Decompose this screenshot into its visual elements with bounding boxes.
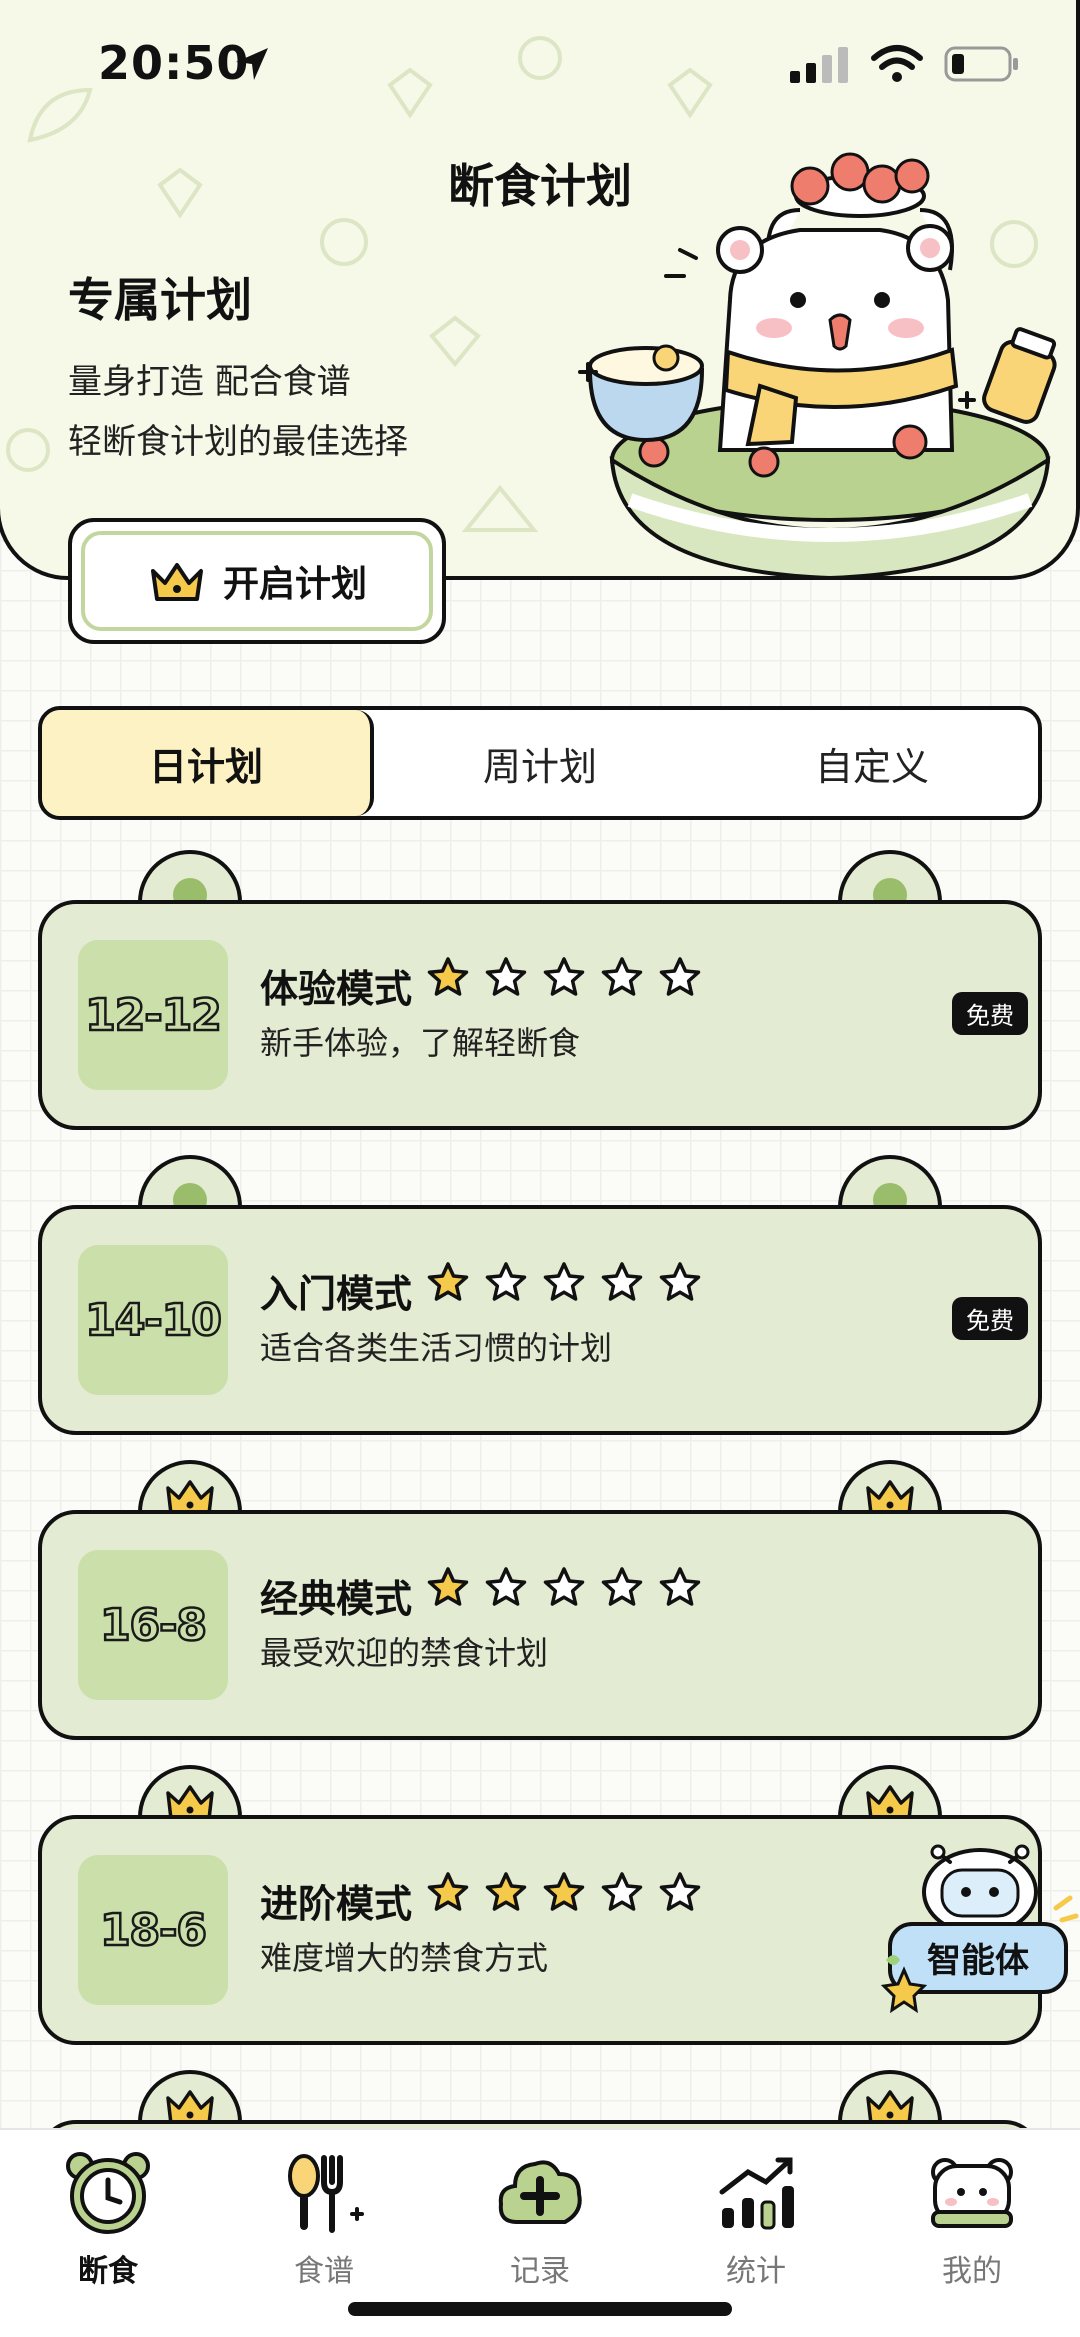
strawberry-doodle-icon [667, 67, 713, 119]
plan-name: 经典模式 [260, 1576, 413, 1621]
star-empty-icon [543, 1262, 585, 1301]
plan-name: 入门模式 [260, 1271, 413, 1316]
star-filled-icon [427, 1872, 469, 1911]
nav-item-profile[interactable]: 我的 [864, 2130, 1080, 2337]
nav-item-fasting[interactable]: 断食 [0, 2130, 216, 2337]
tab-custom-plan[interactable]: 自定义 [706, 710, 1038, 816]
star-empty-icon [543, 957, 585, 996]
plan-name: 体验模式 [260, 966, 413, 1011]
leaf-doodle-icon [27, 87, 93, 143]
clock-icon [66, 2152, 150, 2234]
free-badge: 免费 [952, 992, 1028, 1035]
strawberry-doodle-icon [429, 315, 481, 368]
start-plan-label: 开启计划 [222, 563, 367, 605]
chart-icon [719, 2157, 794, 2230]
tab-weekly-plan[interactable]: 周计划 [374, 710, 706, 816]
header-card: 20:50 断食计划 专属计划 量身打造 配合食谱 轻断食计划的最佳选择 [0, 0, 1080, 580]
crown-icon [150, 563, 203, 601]
star-filled-icon [427, 1262, 469, 1301]
star-empty-icon [485, 1262, 527, 1301]
fork-spoon-icon [288, 2154, 364, 2233]
plan-subtitle: 适合各类生活习惯的计划 [260, 1329, 613, 1367]
nav-label-statistics: 统计 [726, 2254, 786, 2289]
star-empty-icon [601, 1567, 643, 1606]
star-empty-icon [485, 1567, 527, 1606]
difficulty-stars [426, 1261, 702, 1303]
plan-description-line-2: 轻断食计划的最佳选择 [68, 422, 408, 462]
start-plan-button[interactable]: 开启计划 [68, 518, 446, 644]
plan-card[interactable]: 12-12 体验模式新手体验，了解轻断食 免费 [38, 850, 1042, 1130]
star-filled-icon [543, 1872, 585, 1911]
plus-cloud-icon [498, 2160, 582, 2224]
difficulty-stars [426, 1566, 702, 1608]
bear-icon [931, 2158, 1013, 2228]
star-empty-icon [601, 957, 643, 996]
wifi-icon [871, 45, 923, 82]
plan-ratio: 16-8 [78, 1550, 228, 1700]
free-badge: 免费 [952, 1297, 1028, 1340]
star-filled-icon [485, 1872, 527, 1911]
plan-heading: 专属计划 [68, 273, 252, 327]
star-empty-icon [601, 1262, 643, 1301]
home-indicator [348, 2302, 732, 2316]
star-filled-icon [427, 957, 469, 996]
plan-subtitle: 新手体验，了解轻断食 [260, 1024, 581, 1062]
ai-agent-button[interactable]: 智能体 [880, 1840, 1080, 2020]
strawberry-doodle-icon [387, 67, 433, 119]
plan-ratio: 18-6 [78, 1855, 228, 2005]
location-arrow-icon [236, 48, 268, 80]
ai-agent-label: 智能体 [927, 1941, 1029, 1981]
bear-mascot-illustration [578, 152, 1057, 576]
status-time: 20:50 [98, 36, 250, 90]
nav-label-fasting: 断食 [78, 2254, 138, 2289]
apple-doodle-icon [6, 428, 50, 472]
star-empty-icon [659, 1262, 701, 1301]
star-empty-icon [659, 957, 701, 996]
difficulty-stars [426, 1871, 702, 1913]
star-empty-icon [485, 957, 527, 996]
apple-doodle-icon [320, 218, 368, 266]
signal-icon [790, 47, 848, 83]
start-plan-button-inner: 开启计划 [81, 531, 433, 631]
plan-ratio: 14-10 [78, 1245, 228, 1395]
tab-daily-plan[interactable]: 日计划 [42, 710, 374, 816]
plan-ratio: 12-12 [78, 940, 228, 1090]
star-empty-icon [659, 1872, 701, 1911]
star-filled-icon [427, 1567, 469, 1606]
watermelon-doodle-icon [461, 484, 539, 532]
battery-icon [944, 46, 1018, 82]
nav-label-recipes: 食谱 [294, 2254, 354, 2289]
nav-label-profile: 我的 [942, 2254, 1002, 2289]
star-empty-icon [659, 1567, 701, 1606]
plan-type-tabs: 日计划 周计划 自定义 [38, 706, 1042, 820]
star-empty-icon [543, 1567, 585, 1606]
plan-name: 进阶模式 [260, 1881, 413, 1926]
plan-card[interactable]: 16-8 经典模式最受欢迎的禁食计划 [38, 1460, 1042, 1740]
apple-doodle-icon [518, 36, 562, 80]
plan-subtitle: 难度增大的禁食方式 [260, 1939, 549, 1977]
status-icons [788, 44, 1020, 84]
plan-subtitle: 最受欢迎的禁食计划 [260, 1634, 549, 1672]
star-empty-icon [601, 1872, 643, 1911]
difficulty-stars [426, 956, 702, 998]
plan-description-line-1: 量身打造 配合食谱 [68, 362, 351, 402]
plan-card[interactable]: 14-10 入门模式适合各类生活习惯的计划 免费 [38, 1155, 1042, 1435]
nav-label-record: 记录 [510, 2254, 570, 2289]
